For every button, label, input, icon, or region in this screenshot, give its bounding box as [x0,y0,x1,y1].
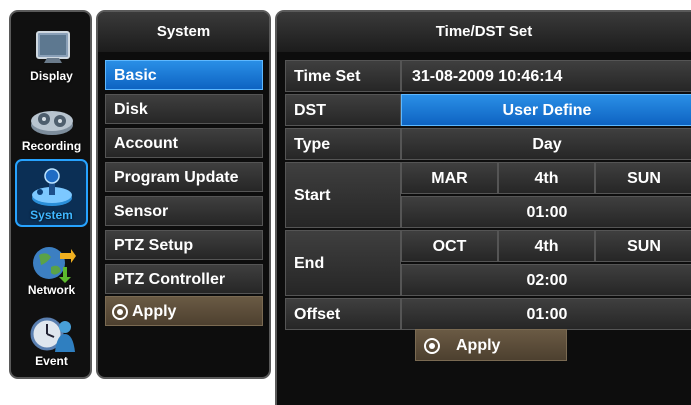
globe-icon [32,247,76,283]
start-day-select[interactable]: SUN [595,162,691,194]
end-day-select[interactable]: SUN [595,230,691,262]
rail-item-network[interactable]: Network [15,232,88,300]
apply-button[interactable]: Apply [415,329,567,361]
start-label: Start [285,162,401,228]
time-set-value[interactable]: 31-08-2009 10:46:14 [401,60,691,92]
apply-label: Apply [456,337,501,354]
rail-label-recording: Recording [21,139,82,153]
menu-title: System [98,12,269,52]
monitor-icon [35,31,70,63]
end-week-select[interactable]: 4th [498,230,595,262]
menu-item-program-update[interactable]: Program Update [105,162,263,192]
end-label: End [285,230,401,296]
system-menu: System Basic Disk Account Program Update… [96,10,271,379]
refresh-icon [424,337,440,354]
rail-label-network: Network [27,283,76,297]
category-rail: Display Recording System Network Event [9,10,92,379]
dst-select[interactable]: User Define [401,94,691,126]
rail-item-recording[interactable]: Recording [15,88,88,156]
panel-title: Time/DST Set [277,12,691,52]
offset-label: Offset [285,298,401,330]
menu-item-disk[interactable]: Disk [105,94,263,124]
start-week-select[interactable]: 4th [498,162,595,194]
rail-item-system[interactable]: System [15,159,88,227]
menu-apply-button[interactable]: Apply [105,296,263,326]
rail-label-system: System [30,208,73,222]
refresh-icon [112,303,128,320]
menu-item-ptz-controller[interactable]: PTZ Controller [105,264,263,294]
joystick-icon [31,168,72,206]
menu-item-sensor[interactable]: Sensor [105,196,263,226]
end-month-select[interactable]: OCT [401,230,498,262]
end-time-field[interactable]: 02:00 [401,264,691,296]
reels-icon [30,111,73,135]
type-select[interactable]: Day [401,128,691,160]
menu-apply-label: Apply [132,303,177,320]
start-time-field[interactable]: 01:00 [401,196,691,228]
rail-item-event[interactable]: Event [15,303,88,371]
clock-person-icon [30,317,75,352]
menu-item-account[interactable]: Account [105,128,263,158]
menu-item-ptz-setup[interactable]: PTZ Setup [105,230,263,260]
time-dst-panel: Time/DST Set Time Set 31-08-2009 10:46:1… [275,10,691,405]
type-label: Type [285,128,401,160]
rail-item-display[interactable]: Display [15,18,88,86]
rail-label-event: Event [35,354,68,368]
dst-label: DST [285,94,401,126]
time-set-label: Time Set [285,60,401,92]
start-month-select[interactable]: MAR [401,162,498,194]
menu-item-basic[interactable]: Basic [105,60,263,90]
rail-label-display: Display [30,69,73,83]
offset-field[interactable]: 01:00 [401,298,691,330]
